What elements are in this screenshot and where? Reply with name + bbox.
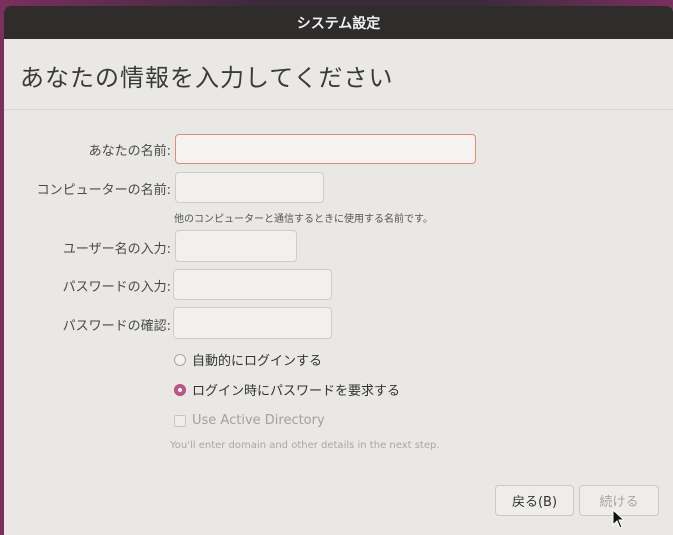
computer-name-input[interactable] (175, 172, 324, 203)
mouse-cursor-icon (612, 509, 626, 529)
require-password-radio[interactable] (174, 383, 186, 396)
window-title: システム設定 (296, 15, 381, 32)
username-input[interactable] (175, 230, 297, 262)
active-directory-note: You'll enter domain and other details in… (170, 440, 440, 451)
password-input[interactable] (173, 269, 332, 300)
active-directory-label: Use Active Directory (192, 413, 325, 428)
active-directory-option[interactable]: Use Active Directory (174, 413, 325, 428)
back-button[interactable]: 戻る(B) (495, 485, 574, 516)
confirm-password-input[interactable] (173, 307, 332, 339)
window-titlebar[interactable]: システム設定 (4, 6, 673, 39)
confirm-password-label: パスワードの確認: (62, 319, 171, 334)
auto-login-label: 自動的にログインする (192, 354, 323, 369)
header-divider (4, 109, 673, 110)
installer-window: システム設定 あなたの情報を入力してください あなたの名前: コンピューターの名… (4, 6, 673, 535)
require-password-label: ログイン時にパスワードを要求する (192, 384, 401, 399)
computer-name-hint: 他のコンピューターと通信するときに使用する名前です。 (174, 214, 433, 225)
password-label: パスワードの入力: (62, 280, 171, 295)
page-title: あなたの情報を入力してください (20, 64, 394, 92)
auto-login-radio[interactable] (174, 353, 186, 366)
computer-name-label: コンピューターの名前: (36, 183, 171, 198)
username-label: ユーザー名の入力: (62, 242, 171, 257)
auto-login-option[interactable]: 自動的にログインする (174, 350, 322, 369)
active-directory-checkbox[interactable] (174, 414, 186, 427)
name-label: あなたの名前: (88, 144, 171, 159)
require-password-option[interactable]: ログイン時にパスワードを要求する (174, 380, 400, 399)
name-input[interactable] (175, 134, 476, 164)
